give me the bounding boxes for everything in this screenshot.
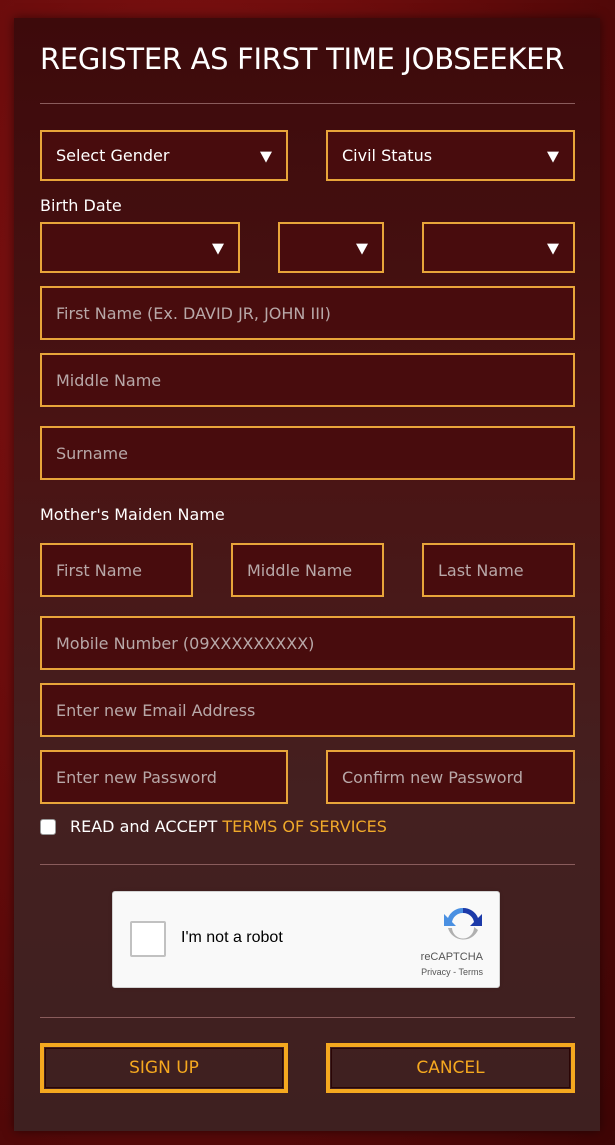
recaptcha-checkbox[interactable]	[130, 921, 166, 957]
chevron-down-icon	[547, 151, 559, 163]
mobile-number-placeholder: Mobile Number (09XXXXXXXXX)	[56, 633, 315, 653]
chevron-down-icon	[547, 243, 559, 255]
password-placeholder: Enter new Password	[56, 767, 217, 787]
terms-row: READ and ACCEPT TERMS OF SERVICES	[40, 817, 387, 836]
birth-year-select[interactable]	[422, 222, 575, 273]
recaptcha-privacy-terms-link[interactable]: Privacy - Terms	[421, 967, 483, 977]
confirm-password-placeholder: Confirm new Password	[342, 767, 524, 787]
sign-up-button[interactable]: SIGN UP	[40, 1043, 288, 1093]
mother-last-name-placeholder: Last Name	[438, 560, 524, 580]
chevron-down-icon	[356, 243, 368, 255]
surname-placeholder: Surname	[56, 443, 128, 463]
chevron-down-icon	[260, 151, 272, 163]
gender-select-value: Select Gender	[56, 146, 170, 165]
birth-date-label: Birth Date	[40, 196, 122, 215]
recaptcha-brand: reCAPTCHA	[420, 951, 483, 963]
confirm-password-input[interactable]: Confirm new Password	[326, 750, 575, 804]
first-name-placeholder: First Name (Ex. DAVID JR, JOHN III)	[56, 303, 331, 323]
terms-checkbox[interactable]	[40, 818, 56, 835]
civil-status-select-value: Civil Status	[342, 146, 433, 165]
email-input[interactable]: Enter new Email Address	[40, 683, 575, 737]
gender-select[interactable]: Select Gender	[40, 130, 288, 181]
recaptcha-label: I'm not a robot	[181, 929, 283, 946]
birth-month-select[interactable]	[40, 222, 240, 273]
terms-divider	[40, 864, 575, 865]
chevron-down-icon	[212, 243, 224, 255]
cancel-button[interactable]: CANCEL	[326, 1043, 575, 1093]
mobile-number-input[interactable]: Mobile Number (09XXXXXXXXX)	[40, 616, 575, 670]
mothers-maiden-name-label: Mother's Maiden Name	[40, 505, 225, 524]
terms-of-services-link[interactable]: TERMS OF SERVICES	[222, 817, 387, 836]
title-divider	[40, 103, 575, 104]
recaptcha-logo-icon	[444, 907, 482, 940]
surname-input[interactable]: Surname	[40, 426, 575, 480]
recaptcha-widget: I'm not a robot reCAPTCHA Privacy - Term…	[112, 891, 500, 988]
mother-first-name-placeholder: First Name	[56, 560, 142, 580]
mother-first-name-input[interactable]: First Name	[40, 543, 193, 597]
page-title: REGISTER AS FIRST TIME JOBSEEKER	[40, 42, 565, 76]
mother-middle-name-placeholder: Middle Name	[247, 560, 353, 580]
birth-day-select[interactable]	[278, 222, 384, 273]
civil-status-select[interactable]: Civil Status	[326, 130, 575, 181]
password-input[interactable]: Enter new Password	[40, 750, 288, 804]
mother-middle-name-input[interactable]: Middle Name	[231, 543, 384, 597]
email-placeholder: Enter new Email Address	[56, 700, 256, 720]
first-name-input[interactable]: First Name (Ex. DAVID JR, JOHN III)	[40, 286, 575, 340]
mother-last-name-input[interactable]: Last Name	[422, 543, 575, 597]
actions-divider	[40, 1017, 575, 1018]
terms-text: READ and ACCEPT	[70, 817, 218, 836]
middle-name-placeholder: Middle Name	[56, 370, 162, 390]
middle-name-input[interactable]: Middle Name	[40, 353, 575, 407]
